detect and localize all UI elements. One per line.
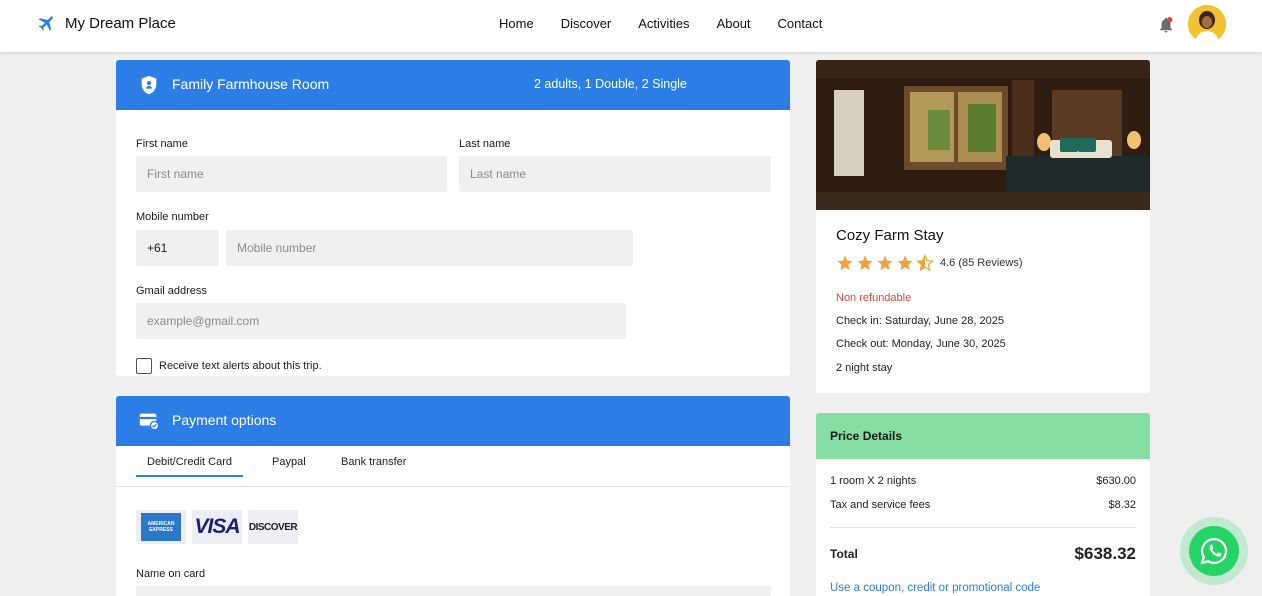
- room-header: Family Farmhouse Room 2 adults, 1 Double…: [116, 60, 790, 110]
- star-icon: [877, 255, 893, 270]
- total-row: Total $638.32: [830, 544, 1136, 564]
- user-avatar-icon: [1188, 5, 1226, 43]
- whatsapp-button[interactable]: [1180, 517, 1248, 585]
- payment-header: Payment options: [116, 396, 790, 446]
- notification-bell-icon[interactable]: [1157, 16, 1175, 34]
- first-name-input[interactable]: [136, 156, 447, 192]
- check-in-date: Check in: Saturday, June 28, 2025: [836, 315, 1004, 327]
- plane-icon: [38, 16, 53, 31]
- top-navbar: My Dream Place Home Discover Activities …: [0, 0, 1262, 52]
- amex-text: AMERICAN EXPRESS: [147, 521, 175, 533]
- check-out-date: Check out: Monday, June 30, 2025: [836, 338, 1006, 350]
- rating-text: 4.6 (85 Reviews): [940, 257, 1023, 269]
- price-details-card: Price Details 1 room X 2 nights $630.00 …: [816, 413, 1150, 596]
- last-name-input[interactable]: [459, 156, 771, 192]
- total-label: Total: [830, 547, 858, 561]
- tab-bank-transfer[interactable]: Bank transfer: [341, 456, 406, 468]
- nav-about[interactable]: About: [717, 16, 751, 31]
- visa-text: VISA: [194, 515, 240, 538]
- nav-activities[interactable]: Activities: [638, 16, 689, 31]
- coupon-link[interactable]: Use a coupon, credit or promotional code: [830, 582, 1040, 594]
- price-row-label: 1 room X 2 nights: [830, 475, 917, 487]
- name-on-card-label: Name on card: [136, 568, 206, 580]
- brand-name: My Dream Place: [65, 14, 176, 32]
- hotel-summary-card: Cozy Farm Stay 4.6 (85 Reviews) Non refu…: [816, 60, 1150, 393]
- visa-logo: VISA: [192, 510, 242, 544]
- country-code-value: +61: [147, 241, 168, 255]
- star-icon: [897, 255, 913, 270]
- name-on-card-input[interactable]: [136, 586, 771, 596]
- room-title: Family Farmhouse Room: [172, 76, 330, 92]
- stay-length: 2 night stay: [836, 362, 893, 374]
- nav-home[interactable]: Home: [499, 16, 534, 31]
- price-row-amount: $8.32: [1108, 499, 1136, 511]
- shield-icon: [141, 75, 157, 95]
- price-row: Tax and service fees $8.32: [830, 499, 1136, 511]
- country-code-select[interactable]: +61: [136, 230, 219, 266]
- hotel-name: Cozy Farm Stay: [836, 227, 944, 244]
- avatar[interactable]: [1188, 5, 1226, 43]
- payment-card-icon: [139, 413, 160, 431]
- card-brands: AMERICAN EXPRESS VISA DISCOVER: [136, 510, 304, 544]
- tab-debit-credit-card[interactable]: Debit/Credit Card: [136, 456, 243, 477]
- mobile-number-input[interactable]: [226, 230, 633, 266]
- nav-contact[interactable]: Contact: [778, 16, 823, 31]
- room-guests: 2 adults, 1 Double, 2 Single: [534, 77, 687, 91]
- main-nav: Home Discover Activities About Contact: [499, 16, 849, 31]
- price-row-amount: $630.00: [1096, 475, 1136, 487]
- amex-logo: AMERICAN EXPRESS: [136, 510, 186, 544]
- first-name-label: First name: [136, 138, 188, 150]
- payment-title: Payment options: [172, 412, 277, 428]
- brand-logo[interactable]: My Dream Place: [37, 13, 176, 33]
- last-name-label: Last name: [459, 138, 511, 150]
- text-alerts-checkbox[interactable]: [136, 358, 152, 374]
- email-input[interactable]: [136, 303, 626, 339]
- price-details-header: Price Details: [816, 413, 1150, 459]
- whatsapp-icon: [1200, 537, 1228, 565]
- price-row-label: Tax and service fees: [830, 499, 931, 511]
- hotel-photo: [816, 60, 1150, 210]
- email-label: Gmail address: [136, 285, 207, 297]
- payment-card: Payment options Debit/Credit Card Paypal…: [116, 396, 790, 596]
- total-amount: $638.32: [1074, 544, 1136, 563]
- whatsapp-circle: [1189, 526, 1239, 576]
- mobile-number-label: Mobile number: [136, 211, 209, 223]
- tab-paypal[interactable]: Paypal: [272, 456, 306, 468]
- price-row: 1 room X 2 nights $630.00: [830, 475, 1136, 487]
- refund-policy: Non refundable: [836, 292, 912, 304]
- price-divider: [830, 527, 1136, 528]
- half-star-icon: [916, 254, 934, 272]
- nav-discover[interactable]: Discover: [561, 16, 612, 31]
- guest-details-card: Family Farmhouse Room 2 adults, 1 Double…: [116, 60, 790, 376]
- discover-logo: DISCOVER: [248, 510, 298, 544]
- rating-stars: 4.6 (85 Reviews): [836, 254, 1023, 272]
- text-alerts-label: Receive text alerts about this trip.: [159, 360, 322, 372]
- star-icon: [857, 255, 873, 270]
- star-icon: [837, 255, 853, 270]
- discover-text: DISCOVER: [248, 521, 298, 533]
- price-details-title: Price Details: [830, 429, 903, 443]
- payment-tabs: Debit/Credit Card Paypal Bank transfer: [116, 446, 790, 487]
